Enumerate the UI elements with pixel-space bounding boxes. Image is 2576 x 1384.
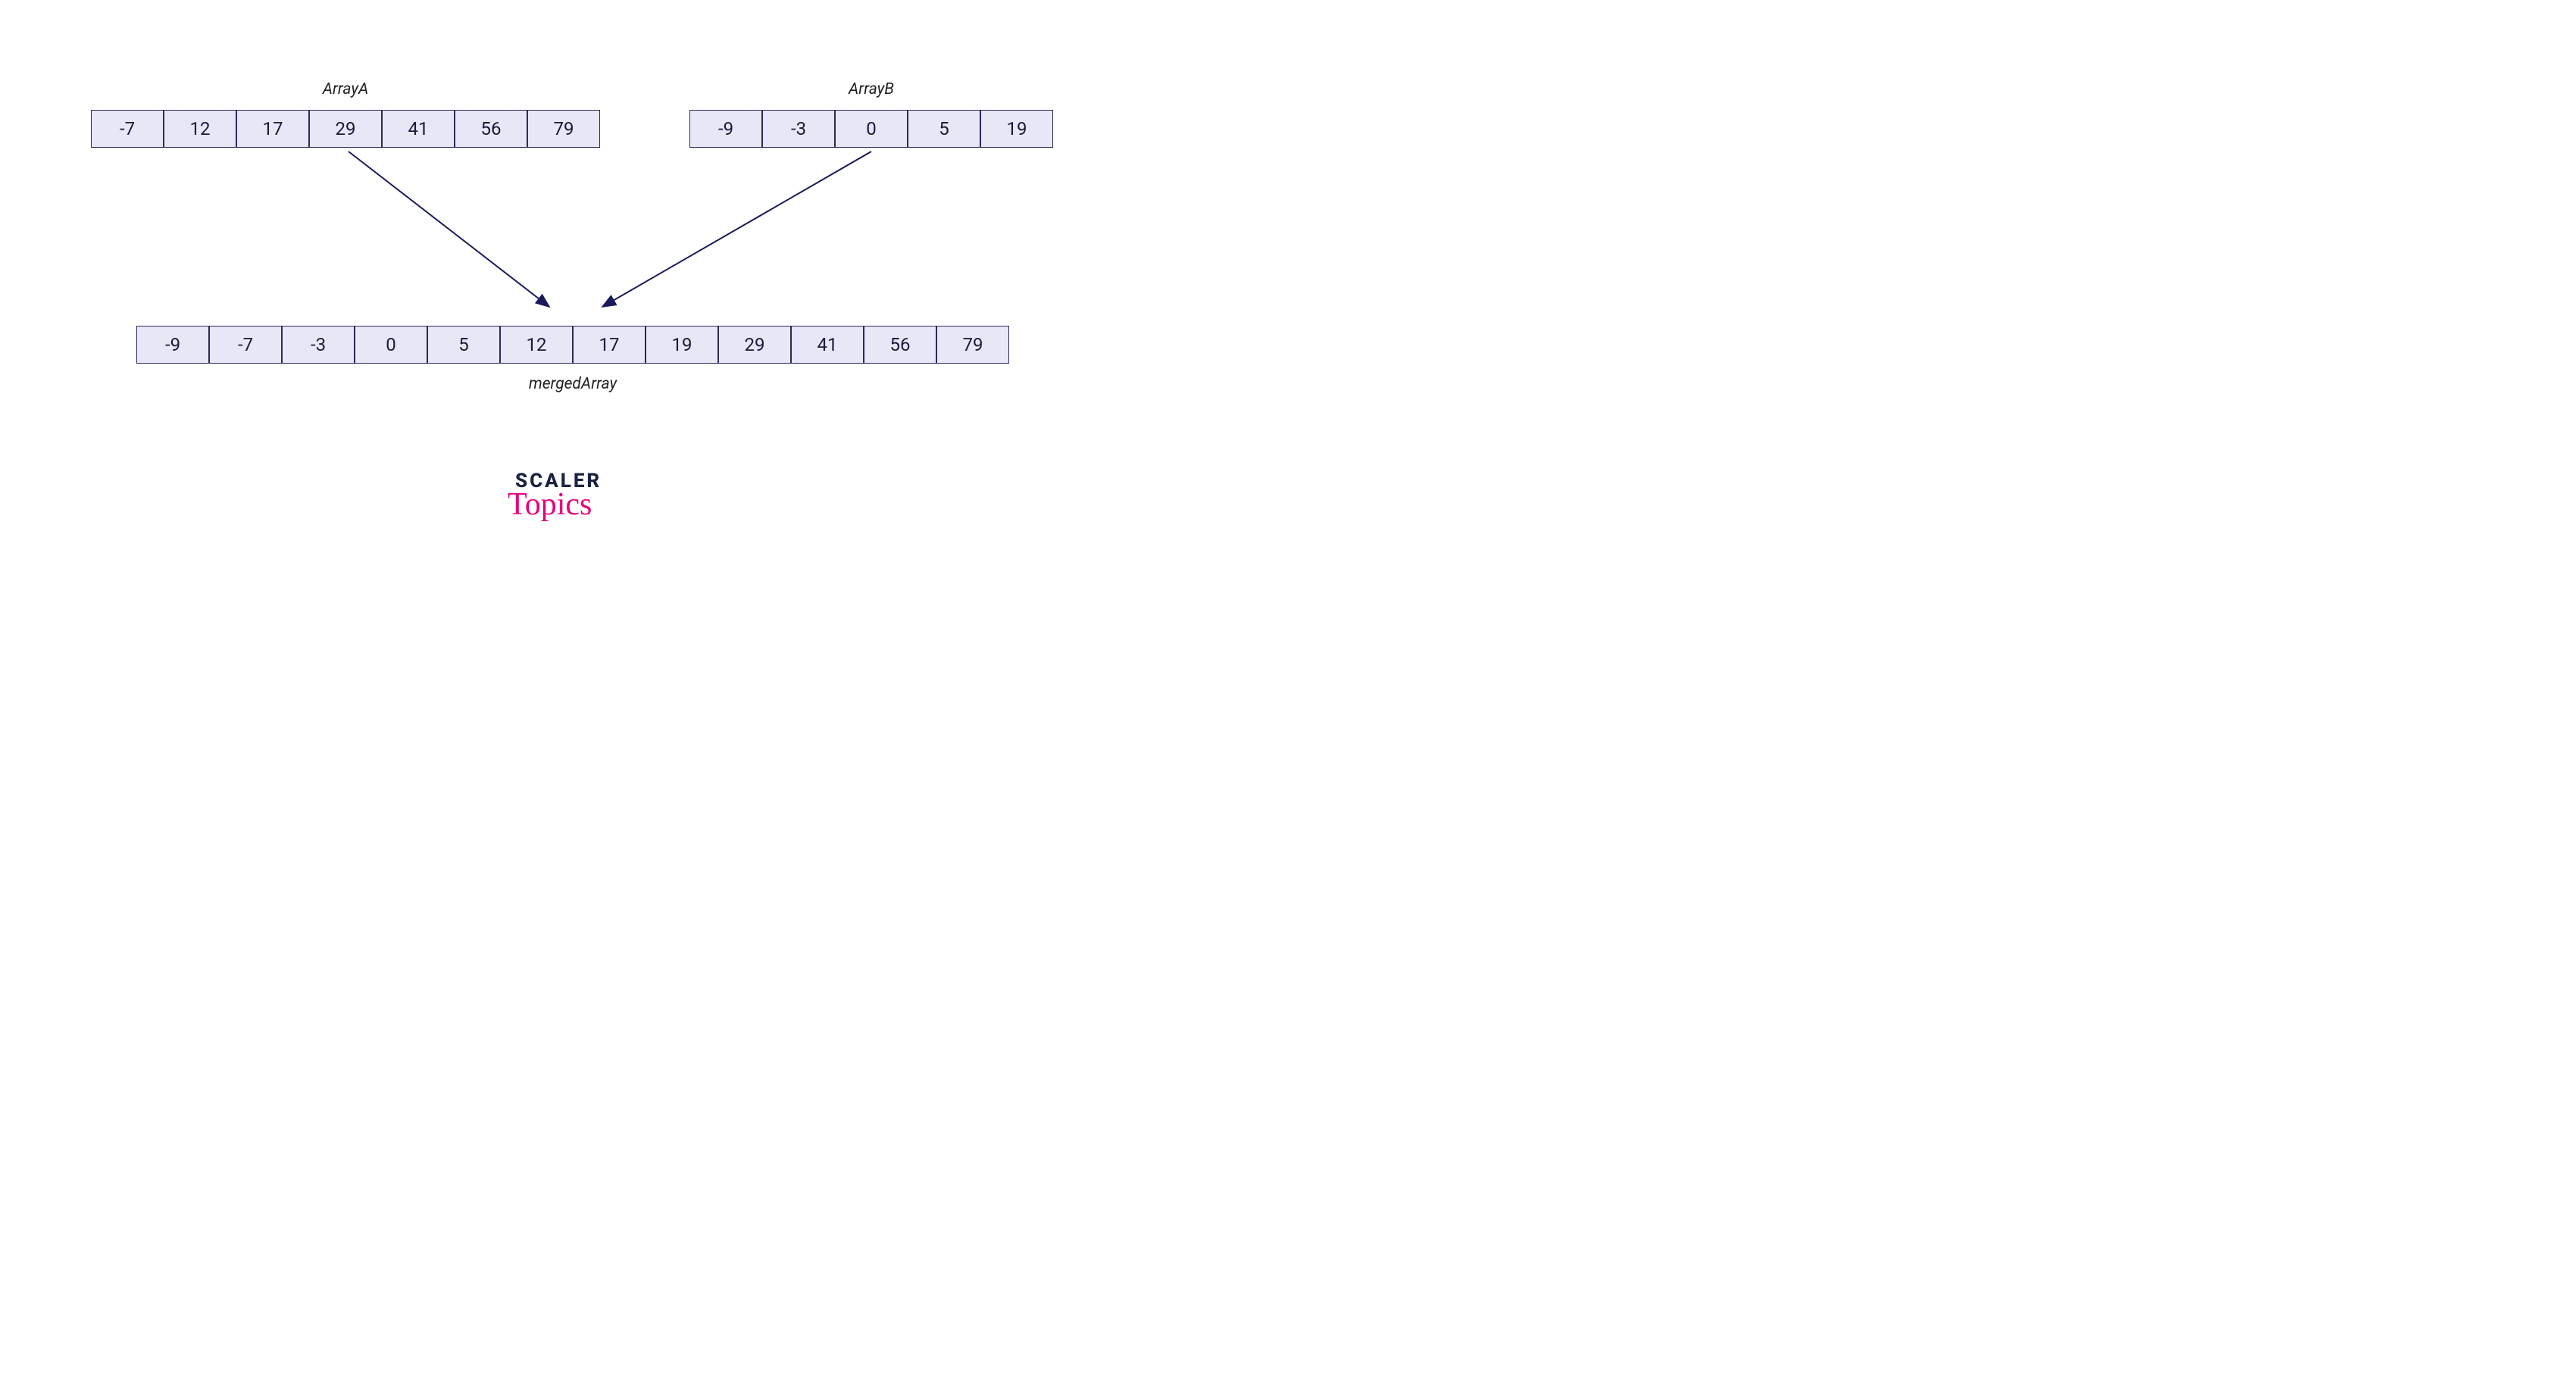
array-a-cell: 12: [164, 110, 236, 148]
merged-array-label: mergedArray: [136, 375, 1009, 393]
merged-cell: 29: [718, 326, 791, 364]
array-b-cell: -3: [762, 110, 835, 148]
merged-array: -9 -7 -3 0 5 12 17 19 29 41 56 79: [136, 326, 1009, 364]
merged-cell: -7: [209, 326, 282, 364]
array-a: -7 12 17 29 41 56 79: [91, 110, 600, 148]
array-b-cell: 19: [980, 110, 1053, 148]
array-a-cell: 17: [236, 110, 309, 148]
merged-cell: 41: [791, 326, 864, 364]
merged-cell: -3: [282, 326, 355, 364]
array-a-cell: 29: [309, 110, 382, 148]
arrow-from-a: [349, 152, 549, 307]
merged-cell: 79: [936, 326, 1009, 364]
array-a-cell: 41: [382, 110, 455, 148]
array-b: -9 -3 0 5 19: [689, 110, 1053, 148]
merged-cell: 17: [573, 326, 646, 364]
array-b-cell: 5: [908, 110, 980, 148]
arrow-from-b: [602, 152, 871, 307]
array-b-label: ArrayB: [689, 80, 1053, 98]
array-a-cell: 79: [527, 110, 600, 148]
merged-cell: 12: [500, 326, 573, 364]
logo-topics-text: Topics: [508, 486, 629, 523]
array-a-cell: -7: [91, 110, 164, 148]
array-b-cell: 0: [835, 110, 908, 148]
merged-cell: 5: [427, 326, 500, 364]
array-b-cell: -9: [689, 110, 762, 148]
array-a-cell: 56: [455, 110, 527, 148]
merged-cell: 0: [355, 326, 427, 364]
merged-cell: -9: [136, 326, 209, 364]
scaler-topics-logo: SCALER Topics: [515, 470, 636, 529]
array-a-label: ArrayA: [91, 80, 600, 98]
merged-cell: 19: [646, 326, 718, 364]
merged-cell: 56: [864, 326, 936, 364]
